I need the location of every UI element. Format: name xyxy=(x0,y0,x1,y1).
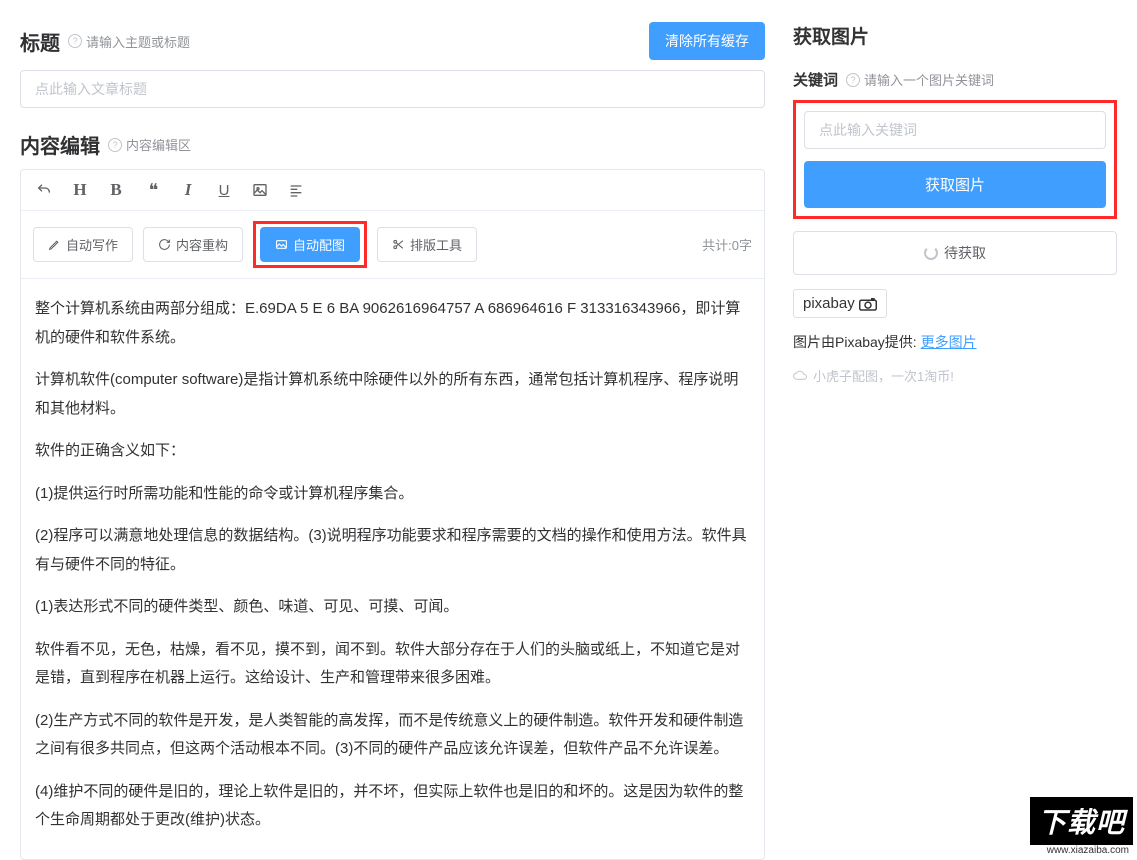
italic-icon[interactable]: I xyxy=(177,179,199,201)
side-column: 获取图片 关键词 ? 请输入一个图片关键词 获取图片 待获取 pixabay 图… xyxy=(785,0,1137,860)
pending-status-button[interactable]: 待获取 xyxy=(793,231,1117,275)
brand-row: pixabay xyxy=(793,289,1117,332)
content-paragraph: (2)生产方式不同的软件是开发，是人类智能的高发挥，而不是传统意义上的硬件制造。… xyxy=(35,707,750,764)
title-heading: 标题 ? 请输入主题或标题 xyxy=(20,27,190,56)
fetch-image-button[interactable]: 获取图片 xyxy=(804,161,1106,208)
action-buttons-group: 自动写作 内容重构 自动配图 xyxy=(33,221,477,268)
keyword-hint: ? 请输入一个图片关键词 xyxy=(846,70,994,89)
refresh-icon xyxy=(158,238,171,251)
clear-cache-button[interactable]: 清除所有缓存 xyxy=(649,22,765,60)
question-icon: ? xyxy=(108,138,122,152)
attribution: 图片由Pixabay提供: 更多图片 xyxy=(793,332,1117,352)
editor-content[interactable]: 整个计算机系统由两部分组成：E.69DA 5 E 6 BA 9062616964… xyxy=(21,279,764,859)
highlight-auto-image: 自动配图 xyxy=(253,221,367,268)
content-paragraph: (2)程序可以满意地处理信息的数据结构。(3)说明程序功能要求和程序需要的文档的… xyxy=(35,522,750,579)
side-heading: 获取图片 xyxy=(793,22,1117,49)
auto-image-button[interactable]: 自动配图 xyxy=(260,227,360,262)
content-paragraph: 计算机软件(computer software)是指计算机系统中除硬件以外的所有… xyxy=(35,366,750,423)
content-paragraph: 软件看不见，无色，枯燥，看不见，摸不到，闻不到。软件大部分存在于人们的头脑或纸上… xyxy=(35,636,750,693)
action-toolbar: 自动写作 内容重构 自动配图 xyxy=(21,211,764,279)
spinner-icon xyxy=(924,246,938,260)
align-left-icon[interactable] xyxy=(285,179,307,201)
image-icon[interactable] xyxy=(249,179,271,201)
question-icon: ? xyxy=(846,73,860,87)
format-toolbar: H B ❝ I U xyxy=(21,170,764,211)
quote-icon[interactable]: ❝ xyxy=(141,179,163,201)
highlight-keyword-box: 获取图片 xyxy=(793,100,1117,219)
editor-heading: 内容编辑 ? 内容编辑区 xyxy=(20,130,191,159)
pencil-icon xyxy=(48,238,61,251)
content-paragraph: (4)维护不同的硬件是旧的，理论上软件是旧的，并不坏，但实际上软件也是旧的和坏的… xyxy=(35,778,750,835)
pixabay-badge[interactable]: pixabay xyxy=(793,289,887,318)
main-column: 标题 ? 请输入主题或标题 清除所有缓存 内容编辑 ? 内容编辑区 H B ❝ … xyxy=(0,0,785,860)
word-count: 共计:0字 xyxy=(702,235,752,254)
title-hint: ? 请输入主题或标题 xyxy=(68,32,190,51)
underline-icon[interactable]: U xyxy=(213,179,235,201)
auto-write-button[interactable]: 自动写作 xyxy=(33,227,133,262)
editor-section-head: 内容编辑 ? 内容编辑区 xyxy=(20,130,765,159)
cloud-icon xyxy=(793,370,808,381)
content-paragraph: (1)提供运行时所需功能和性能的命令或计算机程序集合。 xyxy=(35,480,750,509)
footer-note: 小虎子配图，一次1淘币! xyxy=(793,366,1117,385)
heading-icon[interactable]: H xyxy=(69,179,91,201)
title-section-head: 标题 ? 请输入主题或标题 清除所有缓存 xyxy=(20,22,765,60)
editor-hint: ? 内容编辑区 xyxy=(108,135,191,154)
camera-icon xyxy=(859,297,877,311)
question-icon: ? xyxy=(68,34,82,48)
content-paragraph: 整个计算机系统由两部分组成：E.69DA 5 E 6 BA 9062616964… xyxy=(35,295,750,352)
layout-tool-button[interactable]: 排版工具 xyxy=(377,227,477,262)
keyword-input[interactable] xyxy=(804,111,1106,149)
editor-box: H B ❝ I U 自动写作 xyxy=(20,169,765,860)
bold-icon[interactable]: B xyxy=(105,179,127,201)
rebuild-button[interactable]: 内容重构 xyxy=(143,227,243,262)
picture-icon xyxy=(275,238,288,251)
undo-icon[interactable] xyxy=(33,179,55,201)
scissors-icon xyxy=(392,238,405,251)
keyword-label: 关键词 ? 请输入一个图片关键词 xyxy=(793,69,1117,90)
article-title-input[interactable] xyxy=(20,70,765,108)
content-paragraph: 软件的正确含义如下： xyxy=(35,437,750,466)
more-images-link[interactable]: 更多图片 xyxy=(921,334,977,350)
content-paragraph: (1)表达形式不同的硬件类型、颜色、味道、可见、可摸、可闻。 xyxy=(35,593,750,622)
watermark: 下载吧 www.xiazaiba.com xyxy=(997,800,1137,860)
